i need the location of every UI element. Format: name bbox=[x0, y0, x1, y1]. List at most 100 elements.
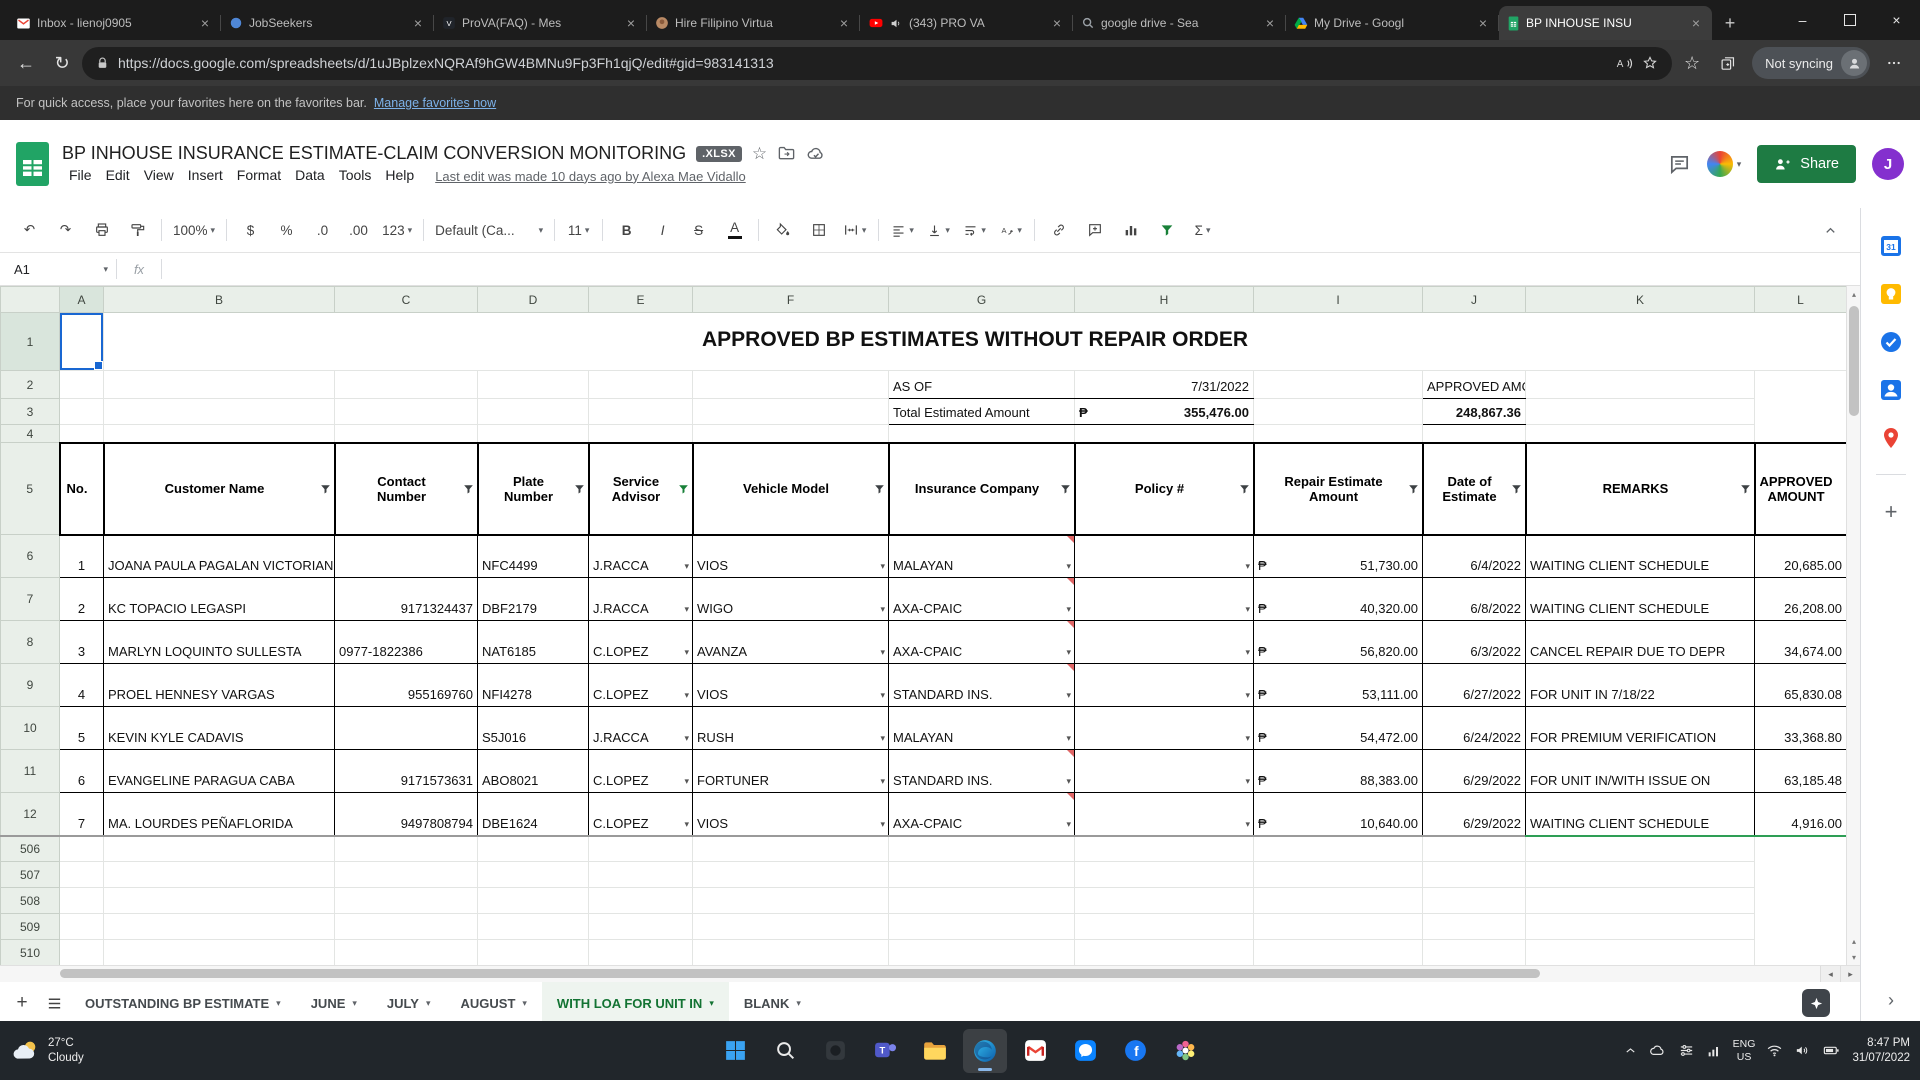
filter-funnel-icon[interactable] bbox=[1510, 482, 1523, 495]
cell[interactable] bbox=[1075, 836, 1254, 862]
cell[interactable] bbox=[1254, 888, 1423, 914]
browser-tab[interactable]: Inbox - lienoj0905× bbox=[8, 6, 221, 40]
collapse-panel-icon[interactable]: › bbox=[1888, 990, 1894, 1011]
cell-advisor[interactable]: J.RACCA▾ bbox=[589, 535, 693, 578]
cell[interactable] bbox=[1075, 862, 1254, 888]
cell[interactable] bbox=[1526, 399, 1755, 425]
cell[interactable] bbox=[478, 862, 589, 888]
read-aloud-icon[interactable]: A bbox=[1616, 55, 1633, 72]
dropdown-caret-icon[interactable]: ▾ bbox=[880, 604, 885, 615]
tab-close-icon[interactable]: × bbox=[836, 15, 852, 31]
cell[interactable]: ₱88,383.00 bbox=[1254, 750, 1423, 793]
language-indicator[interactable]: ENG US bbox=[1733, 1038, 1756, 1063]
cell[interactable] bbox=[589, 862, 693, 888]
cell-remarks[interactable]: FOR UNIT IN/WITH ISSUE ON bbox=[1526, 750, 1755, 793]
cell[interactable] bbox=[889, 425, 1075, 443]
dropdown-caret-icon[interactable]: ▾ bbox=[684, 776, 689, 787]
horizontal-scrollbar[interactable]: ◂ ▸ bbox=[0, 965, 1860, 982]
tasks-icon[interactable] bbox=[1879, 330, 1903, 354]
cell-contact[interactable] bbox=[335, 707, 478, 750]
all-sheets-button[interactable] bbox=[38, 987, 70, 1019]
filter-funnel-icon[interactable] bbox=[319, 482, 332, 495]
dropdown-caret-icon[interactable]: ▾ bbox=[684, 604, 689, 615]
clock-widget[interactable]: 8:47 PM 31/07/2022 bbox=[1852, 1036, 1910, 1066]
battery-icon[interactable] bbox=[1822, 1041, 1841, 1060]
cell[interactable] bbox=[104, 425, 335, 443]
menu-insert[interactable]: Insert bbox=[181, 164, 230, 186]
cell[interactable] bbox=[104, 940, 335, 966]
browser-tab[interactable]: My Drive - Googl× bbox=[1286, 6, 1499, 40]
cell-date[interactable]: 6/3/2022 bbox=[1423, 621, 1526, 664]
cell[interactable] bbox=[1254, 836, 1423, 862]
functions-button[interactable]: Σ▾ bbox=[1185, 216, 1220, 244]
cell[interactable] bbox=[335, 940, 478, 966]
favorites-icon[interactable]: ☆ bbox=[1676, 47, 1708, 79]
zoom-select[interactable]: 100%▾ bbox=[168, 216, 220, 244]
dropdown-caret-icon[interactable]: ▾ bbox=[1245, 733, 1250, 744]
italic-button[interactable]: I bbox=[645, 216, 680, 244]
cell-insurance[interactable]: MALAYAN▾ bbox=[889, 535, 1075, 578]
back-button[interactable]: ← bbox=[10, 47, 42, 79]
cell[interactable] bbox=[335, 425, 478, 443]
row-header-6[interactable]: 6 bbox=[1, 535, 60, 578]
cell-approved[interactable]: 26,208.00 bbox=[1755, 578, 1847, 621]
cell-contact[interactable]: 9171573631 bbox=[335, 750, 478, 793]
cell[interactable] bbox=[60, 399, 104, 425]
taskbar-start-icon[interactable] bbox=[713, 1029, 757, 1073]
scroll-right-icon[interactable]: ▸ bbox=[1840, 966, 1860, 982]
text-rotation-button[interactable]: A ▾ bbox=[993, 216, 1028, 244]
column-header-B[interactable]: B bbox=[104, 287, 335, 313]
cell[interactable] bbox=[1254, 371, 1423, 399]
cell-customer[interactable]: EVANGELINE PARAGUA CABA bbox=[104, 750, 335, 793]
column-header-A[interactable]: A bbox=[60, 287, 104, 313]
dropdown-caret-icon[interactable]: ▾ bbox=[880, 561, 885, 572]
more-formats-button[interactable]: 123▾ bbox=[377, 216, 417, 244]
cell-model[interactable]: AVANZA▾ bbox=[693, 621, 889, 664]
cell[interactable] bbox=[589, 836, 693, 862]
dropdown-caret-icon[interactable]: ▾ bbox=[880, 819, 885, 830]
cell[interactable] bbox=[104, 888, 335, 914]
strikethrough-button[interactable]: S bbox=[681, 216, 716, 244]
cell[interactable] bbox=[335, 399, 478, 425]
cell-A1-selected[interactable] bbox=[60, 313, 104, 371]
keep-icon[interactable] bbox=[1879, 282, 1903, 306]
filter-funnel-icon[interactable] bbox=[462, 482, 475, 495]
header-contact[interactable]: Contact Number bbox=[335, 443, 478, 535]
cloud-saved-icon[interactable] bbox=[806, 144, 826, 164]
sheets-logo-icon[interactable] bbox=[16, 142, 49, 186]
taskbar-search-icon[interactable] bbox=[763, 1029, 807, 1073]
dropdown-caret-icon[interactable]: ▾ bbox=[1245, 561, 1250, 572]
sheet-tab[interactable]: AUGUST▾ bbox=[446, 982, 542, 1024]
cell[interactable] bbox=[60, 862, 104, 888]
cell-contact[interactable]: 9497808794 bbox=[335, 793, 478, 836]
sheet-tab[interactable]: WITH LOA FOR UNIT IN▾ bbox=[542, 982, 729, 1024]
vertical-align-button[interactable]: ▾ bbox=[921, 216, 956, 244]
cell-plate[interactable]: NFI4278 bbox=[478, 664, 589, 707]
cell-advisor[interactable]: C.LOPEZ▾ bbox=[589, 793, 693, 836]
browser-tab[interactable]: google drive - Sea× bbox=[1073, 6, 1286, 40]
cell-approved[interactable]: 34,674.00 bbox=[1755, 621, 1847, 664]
taskbar-explorer-icon[interactable] bbox=[913, 1029, 957, 1073]
cell-customer[interactable]: KC TOPACIO LEGASPI bbox=[104, 578, 335, 621]
cell-customer[interactable]: PROEL HENNESY VARGAS bbox=[104, 664, 335, 707]
cell[interactable] bbox=[335, 888, 478, 914]
explore-icon[interactable] bbox=[1802, 989, 1830, 1017]
paint-format-button[interactable] bbox=[120, 216, 155, 244]
scroll-left-icon[interactable]: ◂ bbox=[1820, 966, 1840, 982]
filter-button[interactable] bbox=[1149, 216, 1184, 244]
row-header-11[interactable]: 11 bbox=[1, 750, 60, 793]
cell-no[interactable]: 5 bbox=[60, 707, 104, 750]
cell-no[interactable]: 2 bbox=[60, 578, 104, 621]
horizontal-align-button[interactable]: ▾ bbox=[885, 216, 920, 244]
tab-close-icon[interactable]: × bbox=[1688, 15, 1704, 31]
cell[interactable] bbox=[693, 888, 889, 914]
redo-button[interactable]: ↷ bbox=[48, 216, 83, 244]
cell[interactable]: ₱10,640.00 bbox=[1254, 793, 1423, 836]
cell-date[interactable]: 6/8/2022 bbox=[1423, 578, 1526, 621]
settings-sliders-icon[interactable] bbox=[1678, 1042, 1695, 1059]
dropdown-caret-icon[interactable]: ▾ bbox=[1245, 776, 1250, 787]
cell-plate[interactable]: NAT6185 bbox=[478, 621, 589, 664]
cell[interactable] bbox=[589, 425, 693, 443]
font-size-select[interactable]: 11▾ bbox=[561, 216, 596, 244]
cell[interactable] bbox=[1526, 371, 1755, 399]
